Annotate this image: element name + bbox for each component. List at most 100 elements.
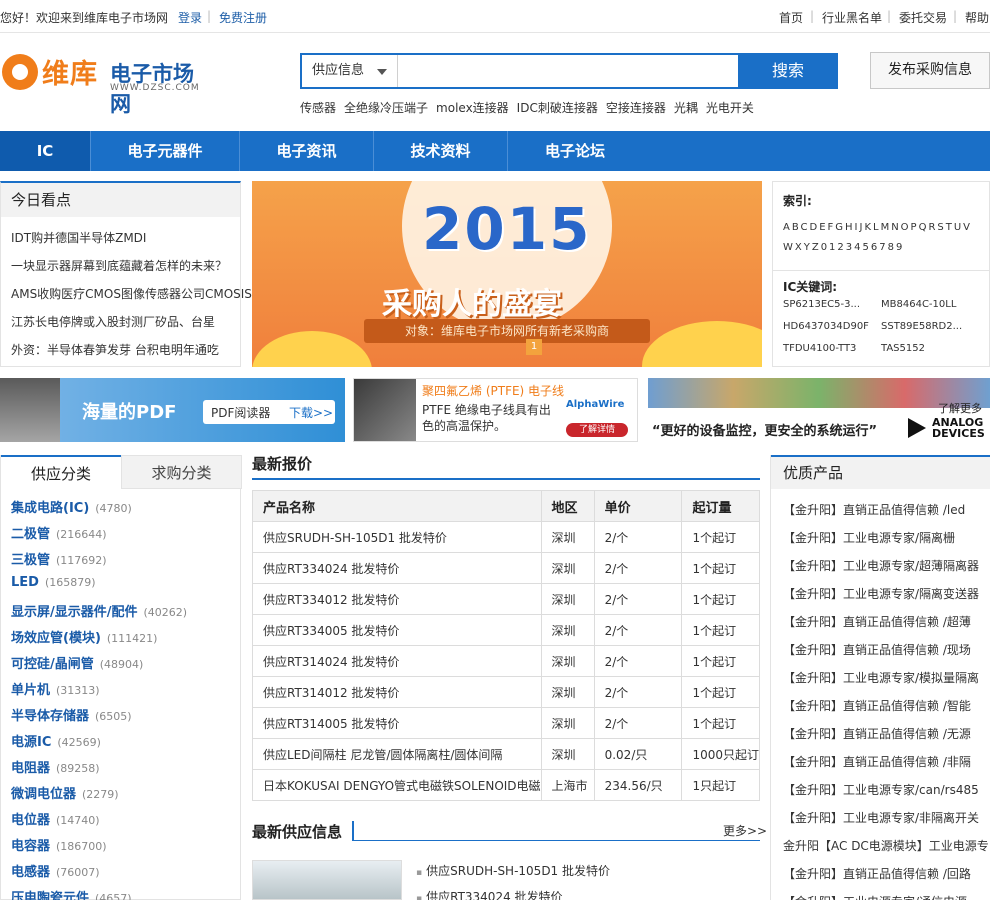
tab-supply-categories[interactable]: 供应分类	[1, 455, 121, 489]
category-count: (76007)	[56, 866, 100, 879]
news-link[interactable]: 外资：半导体春笋发芽 台积电明年通吃	[11, 341, 219, 358]
ad-pdf-reader[interactable]: 海量的PDF PDF阅读器 下载>>	[0, 378, 345, 442]
category-item[interactable]: 电位器 (14740)	[11, 809, 100, 828]
top-link-blacklist[interactable]: 行业黑名单	[822, 9, 882, 26]
register-link[interactable]: 免费注册	[219, 9, 267, 26]
nav-ic[interactable]: IC	[0, 131, 91, 171]
category-item[interactable]: 可控硅/晶闸管 (48904)	[11, 653, 143, 672]
category-item[interactable]: 半导体存储器 (6505)	[11, 705, 132, 724]
product-link[interactable]: 【金升阳】直销正品值得信赖 /回路	[783, 865, 990, 882]
ad-ptfe-wire[interactable]: 聚四氟乙烯 (PTFE) 电子线 PTFE 绝缘电子线具有出色的高温保护。 Al…	[353, 378, 638, 442]
table-cell[interactable]: 供应RT314024 批发特价	[252, 645, 542, 677]
table-cell: 2/个	[593, 552, 683, 584]
search-button[interactable]: 搜索	[738, 53, 838, 89]
category-item[interactable]: 电容器 (186700)	[11, 835, 107, 854]
ic-keyword[interactable]: HD6437034D90F	[783, 321, 869, 332]
nav-forum[interactable]: 电子论坛	[508, 131, 642, 171]
hot-keyword[interactable]: molex连接器	[436, 101, 509, 115]
news-link[interactable]: 江苏长电停牌或入股封测厂矽品、台星	[11, 313, 215, 330]
table-row[interactable]: 供应RT334012 批发特价 深圳 2/个 1个起订	[252, 583, 760, 615]
table-cell[interactable]: 供应RT334005 批发特价	[252, 614, 542, 646]
table-cell[interactable]: 日本KOKUSAI DENGYO管式电磁铁SOLENOID电磁	[252, 769, 542, 801]
top-link-help[interactable]: 帮助	[965, 9, 989, 26]
ic-keyword[interactable]: MB8464C-10LL	[881, 299, 956, 310]
supply-thumbnail[interactable]	[252, 860, 402, 900]
banner-page-indicator[interactable]: 1	[526, 339, 542, 355]
category-item[interactable]: 二极管 (216644)	[11, 523, 107, 542]
table-cell[interactable]: 供应LED间隔柱 尼龙管/圆体隔离柱/圆体间隔	[252, 738, 542, 770]
top-link-home[interactable]: 首页	[779, 9, 803, 26]
tab-buy-categories[interactable]: 求购分类	[121, 455, 242, 489]
ic-keyword[interactable]: SP6213EC5-3...	[783, 299, 860, 310]
category-item[interactable]: 压电陶瓷元件 (4657)	[11, 887, 132, 900]
category-item[interactable]: 单片机 (31313)	[11, 679, 100, 698]
top-link-trade[interactable]: 委托交易	[899, 9, 947, 26]
product-link[interactable]: 【金升阳】直销正品值得信赖 /led	[783, 501, 990, 518]
hot-keyword[interactable]: 传感器	[300, 101, 336, 115]
site-logo[interactable]: 维库 电子市场网 WWW.DZSC.COM	[2, 52, 212, 116]
nav-components[interactable]: 电子元器件	[91, 131, 240, 171]
category-item[interactable]: 电源IC (42569)	[11, 731, 101, 750]
search-category-select[interactable]: 供应信息	[302, 55, 398, 87]
table-row[interactable]: 供应RT314005 批发特价 深圳 2/个 1个起订	[252, 707, 760, 739]
divider: |	[810, 9, 815, 23]
table-row[interactable]: 供应RT314024 批发特价 深圳 2/个 1个起订	[252, 645, 760, 677]
category-item[interactable]: 三极管 (117692)	[11, 549, 107, 568]
product-link[interactable]: 【金升阳】直销正品值得信赖 /无源	[783, 725, 990, 742]
product-link[interactable]: 【金升阳】工业电源专家/隔离变送器	[783, 585, 990, 602]
table-row[interactable]: 供应RT334024 批发特价 深圳 2/个 1个起订	[252, 552, 760, 584]
login-link[interactable]: 登录	[178, 9, 202, 26]
category-item[interactable]: 微调电位器 (2279)	[11, 783, 119, 802]
product-link[interactable]: 【金升阳】直销正品值得信赖 /超薄	[783, 613, 990, 630]
nav-news[interactable]: 电子资讯	[240, 131, 374, 171]
product-link[interactable]: 【金升阳】直销正品值得信赖 /智能	[783, 697, 990, 714]
ad-analog-devices[interactable]: 了解更多 “更好的设备监控，更安全的系统运行” ANALOG DEVICES	[648, 378, 990, 442]
product-link[interactable]: 【金升阳】工业电源专家/通信电源	[783, 893, 990, 900]
index-letters[interactable]: ABCDEFGHIJKLMNOPQRSTUVWXYZ0123456789	[783, 218, 983, 258]
category-item[interactable]: 显示屏/显示器件/配件 (40262)	[11, 601, 187, 620]
supply-link[interactable]: 供应RT334024 批发特价	[416, 888, 562, 900]
promo-banner[interactable]: 2015 采购人的盛宴 对象：维库电子市场网所有新老采购商 1	[252, 181, 762, 367]
table-row[interactable]: 日本KOKUSAI DENGYO管式电磁铁SOLENOID电磁 上海市 234.56…	[252, 769, 760, 801]
nav-tech-docs[interactable]: 技术资料	[374, 131, 508, 171]
hot-keyword[interactable]: IDC刺破连接器	[517, 101, 598, 115]
publish-purchase-button[interactable]: 发布采购信息	[870, 52, 990, 89]
ic-keyword[interactable]: TAS5152	[881, 343, 925, 354]
table-cell[interactable]: 供应RT314012 批发特价	[252, 676, 542, 708]
hot-keyword[interactable]: 全绝缘冷压端子	[344, 101, 428, 115]
product-link[interactable]: 【金升阳】工业电源专家/模拟量隔离	[783, 669, 990, 686]
table-cell[interactable]: 供应SRUDH-SH-105D1 批发特价	[252, 521, 542, 553]
hot-keyword[interactable]: 光耦	[674, 101, 698, 115]
search-input[interactable]	[399, 55, 739, 87]
product-link[interactable]: 【金升阳】工业电源专家/非隔离开关	[783, 809, 990, 826]
hot-keyword[interactable]: 光电开关	[706, 101, 754, 115]
ic-keyword[interactable]: SST89E58RD2...	[881, 321, 962, 332]
supply-link[interactable]: 供应SRUDH-SH-105D1 批发特价	[416, 862, 610, 879]
product-link[interactable]: 金升阳【AC DC电源模块】工业电源专	[783, 837, 990, 854]
category-item[interactable]: 集成电路(IC) (4780)	[11, 497, 132, 516]
table-cell[interactable]: 供应RT334012 批发特价	[252, 583, 542, 615]
news-link[interactable]: 一块显示器屏幕到底蕴藏着怎样的未来？	[11, 257, 227, 274]
table-cell[interactable]: 供应RT334024 批发特价	[252, 552, 542, 584]
news-link[interactable]: AMS收购医疗CMOS图像传感器公司CMOSIS	[11, 285, 252, 302]
hot-keyword[interactable]: 空接连接器	[606, 101, 666, 115]
product-link[interactable]: 【金升阳】直销正品值得信赖 /非隔	[783, 753, 990, 770]
table-row[interactable]: 供应RT334005 批发特价 深圳 2/个 1个起订	[252, 614, 760, 646]
category-item[interactable]: 场效应管(模块) (111421)	[11, 627, 157, 646]
product-link[interactable]: 【金升阳】工业电源专家/can/rs485	[783, 781, 990, 798]
product-link[interactable]: 【金升阳】工业电源专家/隔离栅	[783, 529, 990, 546]
product-link[interactable]: 【金升阳】工业电源专家/超薄隔离器	[783, 557, 990, 574]
ic-keyword[interactable]: TFDU4100-TT3	[783, 343, 856, 354]
category-item[interactable]: 电感器 (76007)	[11, 861, 100, 880]
table-cell[interactable]: 供应RT314005 批发特价	[252, 707, 542, 739]
more-link[interactable]: 更多>>	[723, 822, 767, 839]
category-item[interactable]: 电阻器 (89258)	[11, 757, 100, 776]
news-link[interactable]: IDT购并德国半导体ZMDI	[11, 229, 146, 246]
product-link[interactable]: 【金升阳】直销正品值得信赖 /现场	[783, 641, 990, 658]
category-name: LED	[11, 575, 39, 590]
table-cell: 2/个	[593, 583, 683, 615]
table-row[interactable]: 供应SRUDH-SH-105D1 批发特价 深圳 2/个 1个起订	[252, 521, 760, 553]
table-row[interactable]: 供应LED间隔柱 尼龙管/圆体隔离柱/圆体间隔 深圳 0.02/只 1000只起订	[252, 738, 760, 770]
table-row[interactable]: 供应RT314012 批发特价 深圳 2/个 1个起订	[252, 676, 760, 708]
category-item[interactable]: LED (165879)	[11, 575, 96, 590]
